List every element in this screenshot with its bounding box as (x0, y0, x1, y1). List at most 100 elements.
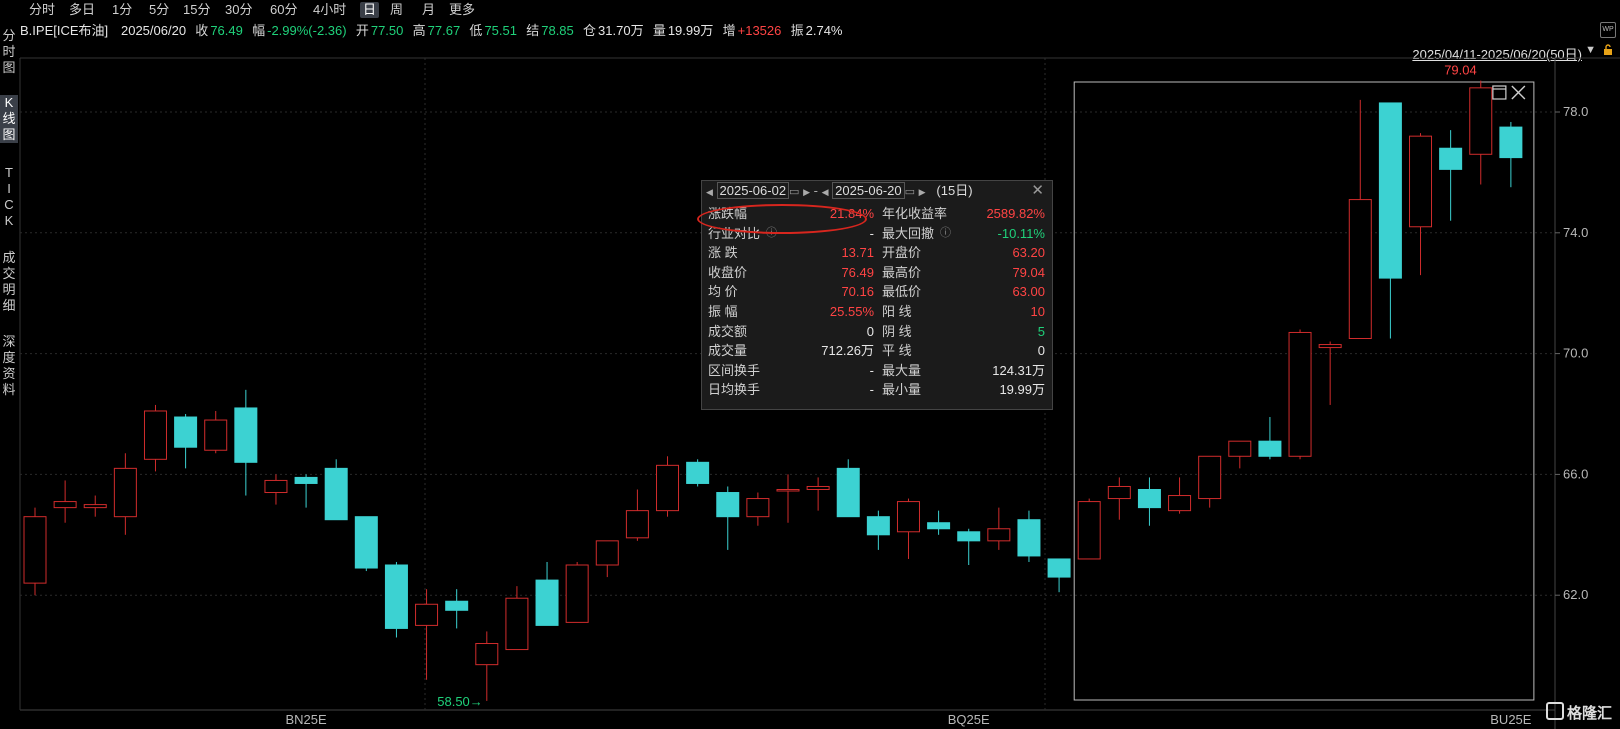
l2: 最低价 (882, 284, 922, 300)
v2: 0 (1037, 343, 1045, 359)
candle-body (1198, 455, 1222, 500)
v2: 5 (1037, 323, 1045, 339)
candle-body (1017, 519, 1041, 557)
candle-body (776, 489, 800, 492)
l1: 收盘价 (708, 264, 748, 280)
candle-body (1137, 489, 1161, 509)
candle-body (23, 516, 47, 584)
max-price-marker: 79.04 (1444, 63, 1477, 78)
v2: 79.04 (1012, 264, 1045, 280)
candle-body (1168, 495, 1192, 512)
candle-body (174, 416, 198, 448)
candle-body (987, 528, 1011, 542)
candle-body (384, 564, 408, 629)
candle-body (686, 461, 710, 484)
calendar-icon[interactable]: ▭ (789, 186, 799, 198)
l1: 日均换手 (708, 382, 761, 398)
candle-body (1378, 102, 1402, 279)
candle-body (836, 467, 860, 518)
l1: 涨 跌 (708, 245, 738, 261)
l2: 年化收益率 (882, 206, 948, 221)
candle-body (1499, 126, 1523, 159)
v2: 10 (1030, 304, 1045, 319)
v1: - (869, 382, 874, 398)
candle-body (113, 467, 137, 518)
candle-body (294, 476, 318, 484)
candle-body (83, 504, 107, 509)
candle-body (716, 492, 740, 518)
v2: 124.31万 (992, 362, 1045, 378)
candle-body (1107, 485, 1131, 500)
candle-body (866, 516, 890, 536)
candle-body (1258, 440, 1282, 457)
candle-body (1409, 135, 1433, 228)
v2: 2589.82% (986, 206, 1045, 221)
l2: 阴 线 (882, 323, 912, 339)
popup-header: ◀ 2025-06-02 ▭ ▶ - ◀ 2025-06-20 ▭ ▶ (15日) … (706, 181, 1044, 201)
end-date-field[interactable]: 2025-06-20 (832, 182, 905, 199)
v2: -10.11% (997, 225, 1045, 241)
prev-start-arrow-icon[interactable]: ◀ (706, 187, 713, 197)
candle-body (746, 498, 770, 518)
brand-logo: 格隆汇 (1545, 702, 1612, 723)
y-tick-label: 78.0 (1563, 104, 1588, 119)
v1: 712.26万 (821, 343, 874, 359)
calendar-icon[interactable]: ▭ (905, 186, 915, 198)
candle-body (415, 603, 439, 626)
candle-body (324, 467, 348, 521)
y-tick-label: 66.0 (1563, 466, 1588, 481)
y-tick-label: 74.0 (1563, 225, 1588, 240)
l2: 最小量 (882, 382, 922, 398)
x-tick-label: BN25E (285, 712, 327, 727)
y-tick-label: 70.0 (1563, 346, 1588, 361)
next-end-arrow-icon[interactable]: ▶ (919, 187, 926, 197)
y-tick-label: 62.0 (1563, 587, 1588, 602)
highlight-ellipse (697, 204, 867, 234)
close-icon[interactable]: ✕ (1031, 181, 1044, 201)
v1: - (869, 362, 874, 378)
candle-body (806, 485, 830, 491)
l1: 成交额 (708, 323, 748, 339)
candle-body (1228, 440, 1252, 457)
candle-body (896, 501, 920, 533)
stats-row: 成交量 712.26万平 线 0 (708, 341, 1048, 360)
v1: 0 (866, 323, 874, 339)
help-icon[interactable]: ⓘ (940, 224, 951, 243)
candle-body (1288, 331, 1312, 457)
candle-body (53, 501, 77, 509)
candle-body (354, 516, 378, 569)
candle-body (927, 522, 951, 530)
candle-body (445, 600, 469, 611)
candle-body (475, 643, 499, 666)
stats-row: 涨 跌 13.71 开盘价 63.20 (708, 243, 1048, 262)
days-count: (15日) (936, 183, 973, 198)
l1: 成交量 (708, 343, 748, 359)
v1: 76.49 (841, 264, 874, 280)
l2: 最高价 (882, 264, 922, 280)
min-price-marker: 58.50→ (437, 694, 483, 709)
candle-body (656, 464, 680, 512)
l2: 平 线 (882, 343, 912, 359)
stats-row: 区间换手 - 最大量 124.31万 (708, 361, 1048, 380)
stats-row: 均 价 70.16 最低价 63.00 (708, 282, 1048, 301)
next-start-arrow-icon[interactable]: ▶ (803, 187, 810, 197)
candle-body (264, 479, 288, 494)
prev-end-arrow-icon[interactable]: ◀ (822, 187, 829, 197)
stats-row: 日均换手 - 最小量 19.99万 (708, 380, 1048, 399)
candle-body (143, 410, 167, 460)
logo-icon (1545, 702, 1564, 720)
candle-body (234, 407, 258, 463)
logo-text: 格隆汇 (1566, 705, 1612, 722)
l2: 阳 线 (882, 304, 912, 319)
x-tick-label: BQ25E (948, 712, 990, 727)
candle-body (625, 510, 649, 539)
start-date-field[interactable]: 2025-06-02 (716, 182, 790, 199)
candle-body (1348, 199, 1372, 339)
candle-body (1318, 344, 1342, 349)
l2: 最大回撤 (882, 225, 935, 241)
candle-body (957, 531, 981, 542)
v2: 63.00 (1012, 284, 1045, 300)
maximize-icon (1492, 85, 1507, 100)
l1: 区间换手 (708, 362, 761, 378)
candle-body (595, 540, 619, 566)
